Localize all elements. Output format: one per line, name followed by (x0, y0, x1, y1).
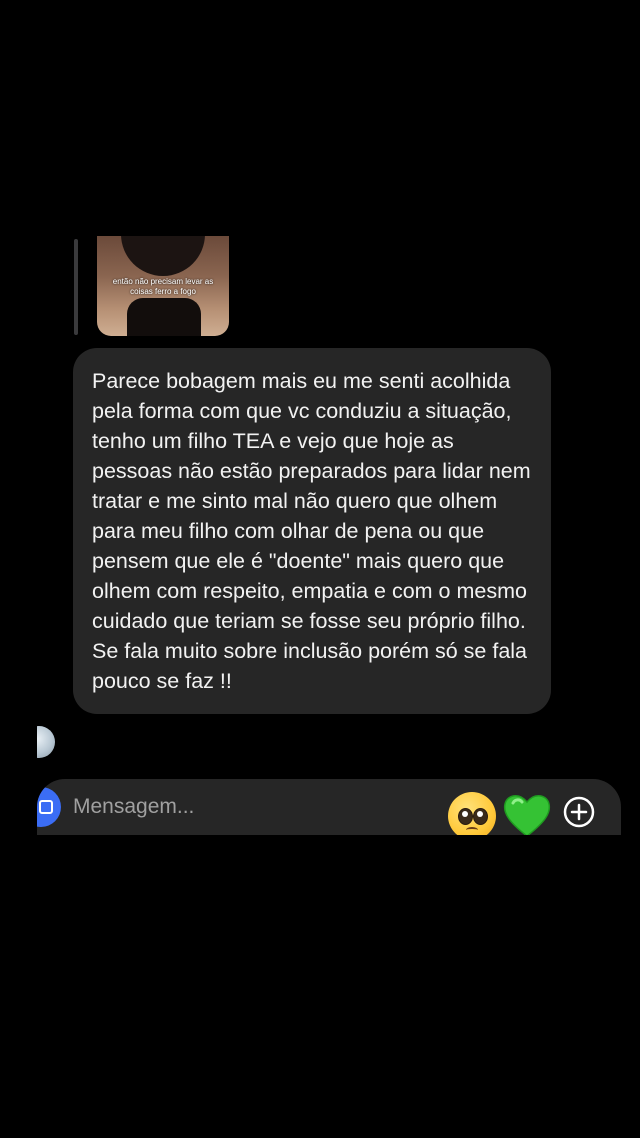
sender-avatar[interactable] (37, 726, 55, 758)
message-bubble[interactable]: Parece bobagem mais eu me senti acolhida… (73, 348, 551, 714)
thumbnail-caption: então não precisam levar as coisas ferro… (112, 277, 214, 296)
green-heart-emoji[interactable] (501, 789, 553, 835)
chat-thread: então não precisam levar as coisas ferro… (37, 236, 640, 834)
plus-circle-icon[interactable] (563, 796, 595, 828)
thumbnail-top (127, 298, 201, 336)
camera-icon[interactable] (37, 787, 61, 827)
thumbnail-hair (121, 236, 205, 276)
replied-image-thumbnail[interactable]: então não precisam levar as coisas ferro… (97, 236, 229, 336)
pleading-face-emoji[interactable] (448, 792, 496, 835)
message-composer[interactable]: Mensagem... (37, 779, 621, 835)
message-input[interactable]: Mensagem... (73, 794, 194, 820)
reply-indicator-line (74, 239, 78, 335)
